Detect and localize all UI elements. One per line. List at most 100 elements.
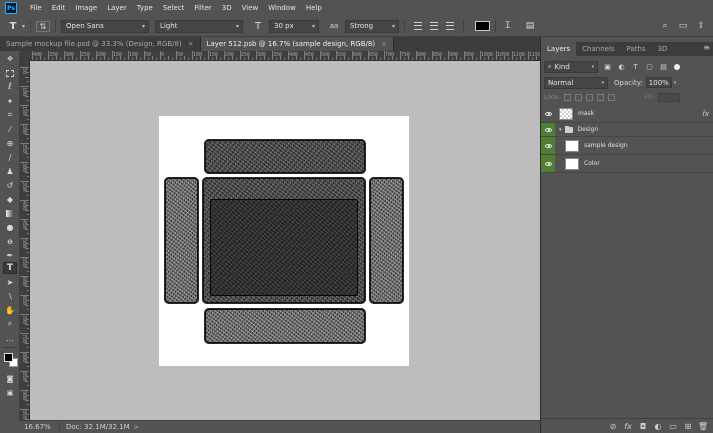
menu-edit[interactable]: Edit <box>47 0 71 16</box>
close-icon[interactable]: × <box>381 40 387 48</box>
layer-row-color[interactable]: Color <box>541 155 713 173</box>
screen-mode-icon[interactable]: ▣ <box>3 387 17 399</box>
visibility-toggle[interactable] <box>541 137 555 154</box>
share-icon[interactable]: ⇪ <box>695 20 707 32</box>
tab-paths[interactable]: Paths <box>621 42 652 56</box>
path-selection-tool-icon[interactable]: ➤ <box>3 276 17 288</box>
filter-pixel-icon[interactable]: ▣ <box>603 62 612 71</box>
visibility-toggle[interactable] <box>541 123 555 136</box>
close-icon[interactable]: × <box>188 40 194 48</box>
fx-badge[interactable]: fx <box>702 110 709 118</box>
blur-tool-icon[interactable]: ● <box>3 221 17 233</box>
link-layers-icon[interactable]: ⊘ <box>608 421 618 431</box>
menu-3d[interactable]: 3D <box>217 0 237 16</box>
align-left-icon[interactable] <box>414 22 423 30</box>
menu-layer[interactable]: Layer <box>102 0 132 16</box>
tab-3d[interactable]: 3D <box>652 42 674 56</box>
horizontal-ruler[interactable]: 400 350 300 250 200 150 100 50 0 50 100 150 200 250 30… <box>30 51 540 61</box>
filter-smart-object-icon[interactable]: ▤ <box>659 62 668 71</box>
opacity-input[interactable]: 100% <box>645 77 672 88</box>
preset-chevron-down-icon[interactable]: ▾ <box>22 23 25 30</box>
menu-filter[interactable]: Filter <box>189 0 216 16</box>
new-group-icon[interactable]: ▭ <box>668 421 678 431</box>
filter-shape-icon[interactable]: ▢ <box>645 62 654 71</box>
menu-type[interactable]: Type <box>132 0 158 16</box>
filter-toggle[interactable] <box>674 63 680 70</box>
more-tools-icon[interactable]: … <box>3 332 17 344</box>
move-tool-icon[interactable]: ✥ <box>3 53 17 65</box>
history-brush-tool-icon[interactable]: ↺ <box>3 179 17 191</box>
zoom-tool-icon[interactable]: ⌕ <box>3 318 17 330</box>
color-swatches[interactable] <box>4 353 18 367</box>
dodge-tool-icon[interactable]: ꝋ <box>3 235 17 247</box>
vertical-ruler[interactable]: 50 100 150 200 250 300 350 400 450 500 550 600 650 70… <box>20 61 30 420</box>
warp-text-icon[interactable]: Ꮖ <box>501 19 515 33</box>
adjustment-layer-icon[interactable]: ◐ <box>653 421 663 431</box>
filter-adjustment-icon[interactable]: ◐ <box>617 62 626 71</box>
lock-artboard-icon[interactable] <box>596 94 604 101</box>
align-center-icon[interactable] <box>430 22 439 30</box>
layer-row-mask[interactable]: mask fx <box>541 105 713 123</box>
align-right-icon[interactable] <box>446 22 455 30</box>
tab-channels[interactable]: Channels <box>576 42 620 56</box>
visibility-toggle[interactable] <box>541 155 555 172</box>
visibility-toggle[interactable] <box>541 105 555 122</box>
quick-mask-icon[interactable]: ◙ <box>3 373 17 385</box>
text-tool-preset-icon[interactable]: T <box>6 19 20 33</box>
search-icon[interactable]: ⌕ <box>659 20 671 32</box>
toggle-orientation-icon[interactable]: ⇅ <box>36 20 51 32</box>
healing-brush-tool-icon[interactable]: ⊕ <box>3 137 17 149</box>
fill-input[interactable] <box>657 93 680 102</box>
type-tool-icon[interactable]: T <box>3 262 17 274</box>
font-family-select[interactable]: Open Sans ▾ <box>61 19 150 33</box>
magic-wand-tool-icon[interactable]: ✦ <box>3 95 17 107</box>
doc-tab-sample-mockup[interactable]: Sample mockup file.psd @ 33.3% (Design, … <box>0 37 201 51</box>
text-color-swatch[interactable] <box>475 21 491 31</box>
gradient-tool-icon[interactable] <box>3 207 17 219</box>
foreground-color-swatch[interactable] <box>4 353 13 362</box>
menu-file[interactable]: File <box>25 0 47 16</box>
menu-select[interactable]: Select <box>158 0 190 16</box>
lasso-tool-icon[interactable]: ℓ <box>3 81 17 93</box>
canvas-area[interactable] <box>30 61 540 420</box>
delete-layer-icon[interactable]: 🗑 <box>698 421 708 431</box>
opacity-chevron-icon[interactable]: ▾ <box>674 80 677 86</box>
tab-layers[interactable]: Layers <box>541 42 577 56</box>
new-layer-icon[interactable]: ⊞ <box>683 421 693 431</box>
add-mask-icon[interactable]: ◘ <box>638 421 648 431</box>
font-style-select[interactable]: Light ▾ <box>155 19 244 33</box>
workspace-icon[interactable]: ▭ <box>677 20 689 32</box>
layer-row-design-group[interactable]: ▾ Design <box>541 123 713 137</box>
add-style-icon[interactable]: fx <box>623 421 633 431</box>
pen-tool-icon[interactable]: ✒ <box>3 249 17 261</box>
antialias-select[interactable]: Strong ▾ <box>345 19 400 33</box>
document-canvas[interactable] <box>159 116 409 366</box>
lock-transparent-icon[interactable] <box>563 94 571 101</box>
chevron-down-icon[interactable]: ▾ <box>559 127 562 133</box>
blend-mode-select[interactable]: Normal ▾ <box>544 76 608 89</box>
zoom-level[interactable]: 16.67% <box>20 423 60 431</box>
panel-menu-icon[interactable]: ≡ <box>703 43 710 52</box>
font-size-select[interactable]: 30 px ▾ <box>269 19 320 33</box>
menu-image[interactable]: Image <box>70 0 102 16</box>
eyedropper-tool-icon[interactable]: ⁄ <box>3 123 17 135</box>
layer-row-sample-design[interactable]: sample design <box>541 137 713 155</box>
lock-position-icon[interactable] <box>585 94 593 101</box>
brush-tool-icon[interactable]: ∕ <box>3 151 17 163</box>
menu-help[interactable]: Help <box>301 0 327 16</box>
crop-tool-icon[interactable]: ⌗ <box>3 109 17 121</box>
clone-stamp-tool-icon[interactable]: ♟ <box>3 165 17 177</box>
menu-view[interactable]: View <box>237 0 264 16</box>
line-tool-icon[interactable]: ∖ <box>3 290 17 302</box>
lock-image-icon[interactable] <box>574 94 582 101</box>
status-menu-arrow-icon[interactable]: > <box>134 424 139 431</box>
eraser-tool-icon[interactable]: ◆ <box>3 193 17 205</box>
filter-kind-select[interactable]: ⌕ Kind ▾ <box>544 60 598 73</box>
character-panel-icon[interactable]: ▤ <box>523 19 537 33</box>
filter-type-icon[interactable]: T <box>631 62 640 71</box>
menu-window[interactable]: Window <box>263 0 301 16</box>
marquee-tool-icon[interactable] <box>3 67 17 79</box>
lock-all-icon[interactable] <box>607 94 615 101</box>
doc-tab-layer-512[interactable]: Layer 512.psb @ 16.7% (sample design, RG… <box>200 37 394 51</box>
hand-tool-icon[interactable]: ✋ <box>3 304 17 316</box>
